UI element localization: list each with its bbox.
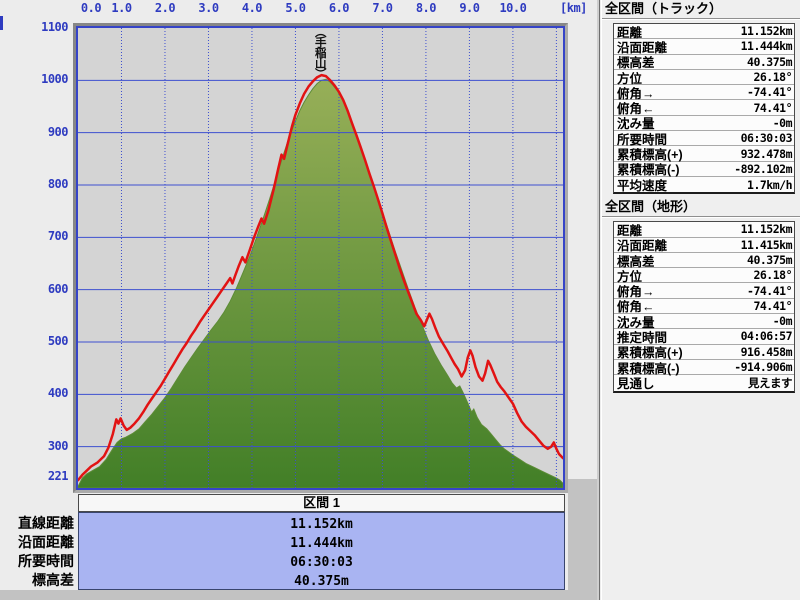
stat-value: -74.41° (747, 85, 792, 100)
panel-terrain: 全区間（地形） 距離 11.152km 沿面距離 11.415km 標高差 40.375m… (602, 198, 800, 393)
section-header: 区間 1 (78, 494, 565, 512)
title-groove (602, 216, 800, 219)
section-row-value: 11.444km (290, 536, 353, 551)
chart-frame: （手稲山） (73, 23, 568, 493)
stat-value: -0m (772, 115, 793, 130)
stat-value: 932.478m (740, 146, 793, 161)
x-axis-tick-label: 8.0 (415, 1, 437, 15)
stat-value: 04:06:57 (740, 329, 793, 344)
elevation-chart-svg (78, 28, 563, 488)
stat-value: -892.102m (734, 161, 792, 176)
stat-value: 26.18° (753, 70, 792, 85)
y-axis-tick-label: 900 (47, 124, 69, 139)
stats-pane: 全区間（トラック） 距離 11.152km 沿面距離 11.444km 標高差 40.37… (601, 0, 800, 600)
panel-track: 全区間（トラック） 距離 11.152km 沿面距離 11.444km 標高差 40.37… (602, 0, 800, 195)
y-axis-tick-label: 800 (47, 176, 69, 191)
summit-annotation: （手稲山） (313, 26, 326, 79)
stat-value: -0m (772, 314, 793, 329)
x-axis-tick-label: 3.0 (198, 1, 219, 15)
panel-terrain-title: 全区間（地形） (605, 199, 697, 215)
stat-value: 40.375m (747, 54, 792, 69)
y-axis-unit-clipped-label (0, 16, 3, 30)
stat-value: 見えます (748, 375, 793, 390)
title-groove (602, 18, 800, 20)
elevation-profile-window: [km] （手稲山） 直線距離沿面距離所要時間標高差 区間 1 11.152km… (0, 0, 800, 600)
y-axis-tick-label: 400 (47, 386, 69, 401)
y-axis-tick-label: 300 (47, 438, 69, 453)
stat-value: 74.41° (753, 298, 792, 313)
stat-value: 74.41° (753, 100, 792, 115)
stat-value: 11.444km (740, 39, 793, 54)
x-axis-tick-label: 7.0 (372, 1, 393, 15)
chart-pane: [km] （手稲山） 直線距離沿面距離所要時間標高差 区間 1 11.152km… (0, 0, 597, 600)
stat-row: 見通し 見えます (614, 375, 794, 392)
plot-surface[interactable]: （手稲山） (76, 26, 565, 490)
x-axis-tick-label: 1.0 (111, 1, 132, 15)
filler-bottom (0, 590, 597, 600)
panel-track-title: 全区間（トラック） (605, 1, 723, 16)
y-axis-tick-label: 600 (47, 281, 69, 296)
stat-label: 見通し (617, 377, 655, 392)
section-row-label: 所要時間 (18, 553, 74, 569)
section-row-value: 40.375m (294, 574, 349, 589)
stat-value: 11.415km (740, 237, 793, 252)
stat-value: 40.375m (747, 253, 792, 267)
section-row-value: 11.152km (290, 517, 353, 532)
pane-splitter[interactable] (597, 0, 600, 600)
section-row-label: 直線距離 (18, 515, 74, 531)
section-values: 11.152km 11.444km 06:30:03 40.375m (78, 512, 565, 590)
stat-value: -74.41° (747, 283, 792, 298)
y-axis-tick-label: 1100 (41, 20, 68, 34)
x-axis-tick-label: 0.0 (80, 1, 102, 15)
y-axis-tick-label: 700 (47, 229, 69, 244)
filler-right (568, 479, 597, 600)
stat-label: 平均速度 (617, 179, 668, 194)
section-row-value: 06:30:03 (290, 555, 353, 570)
y-axis-tick-label: 500 (47, 333, 69, 348)
stat-value: 916.458m (740, 344, 793, 359)
x-axis-tick-label: 9.0 (459, 1, 480, 15)
stat-value: 26.18° (753, 268, 792, 283)
panel-terrain-table: 距離 11.152km 沿面距離 11.415km 標高差 40.375m 方位 26.18°… (613, 221, 795, 393)
x-axis-tick-label: 6.0 (328, 1, 350, 15)
x-axis-unit-label: [km] (560, 1, 587, 15)
section-row-label: 標高差 (32, 572, 74, 588)
y-axis-tick-label: 221 (47, 469, 69, 483)
stat-value: 1.7km/h (747, 177, 792, 192)
stat-row: 平均速度 1.7km/h (614, 177, 794, 194)
x-axis-tick-label: 5.0 (285, 1, 306, 15)
section-row-label: 沿面距離 (18, 534, 74, 550)
stat-value: 11.152km (740, 24, 793, 39)
section-row-labels: 直線距離沿面距離所要時間標高差 (0, 512, 74, 590)
x-axis-tick-label: 10.0 (499, 1, 527, 15)
y-axis-tick-label: 1000 (41, 72, 68, 87)
stat-value: 11.152km (740, 222, 793, 237)
panel-track-table: 距離 11.152km 沿面距離 11.444km 標高差 40.375m 方位 26.18°… (613, 23, 795, 195)
stat-value: 06:30:03 (740, 131, 793, 146)
x-axis-tick-label: 4.0 (241, 1, 263, 15)
stat-value: -914.906m (734, 360, 792, 375)
x-axis-tick-label: 2.0 (154, 1, 176, 15)
